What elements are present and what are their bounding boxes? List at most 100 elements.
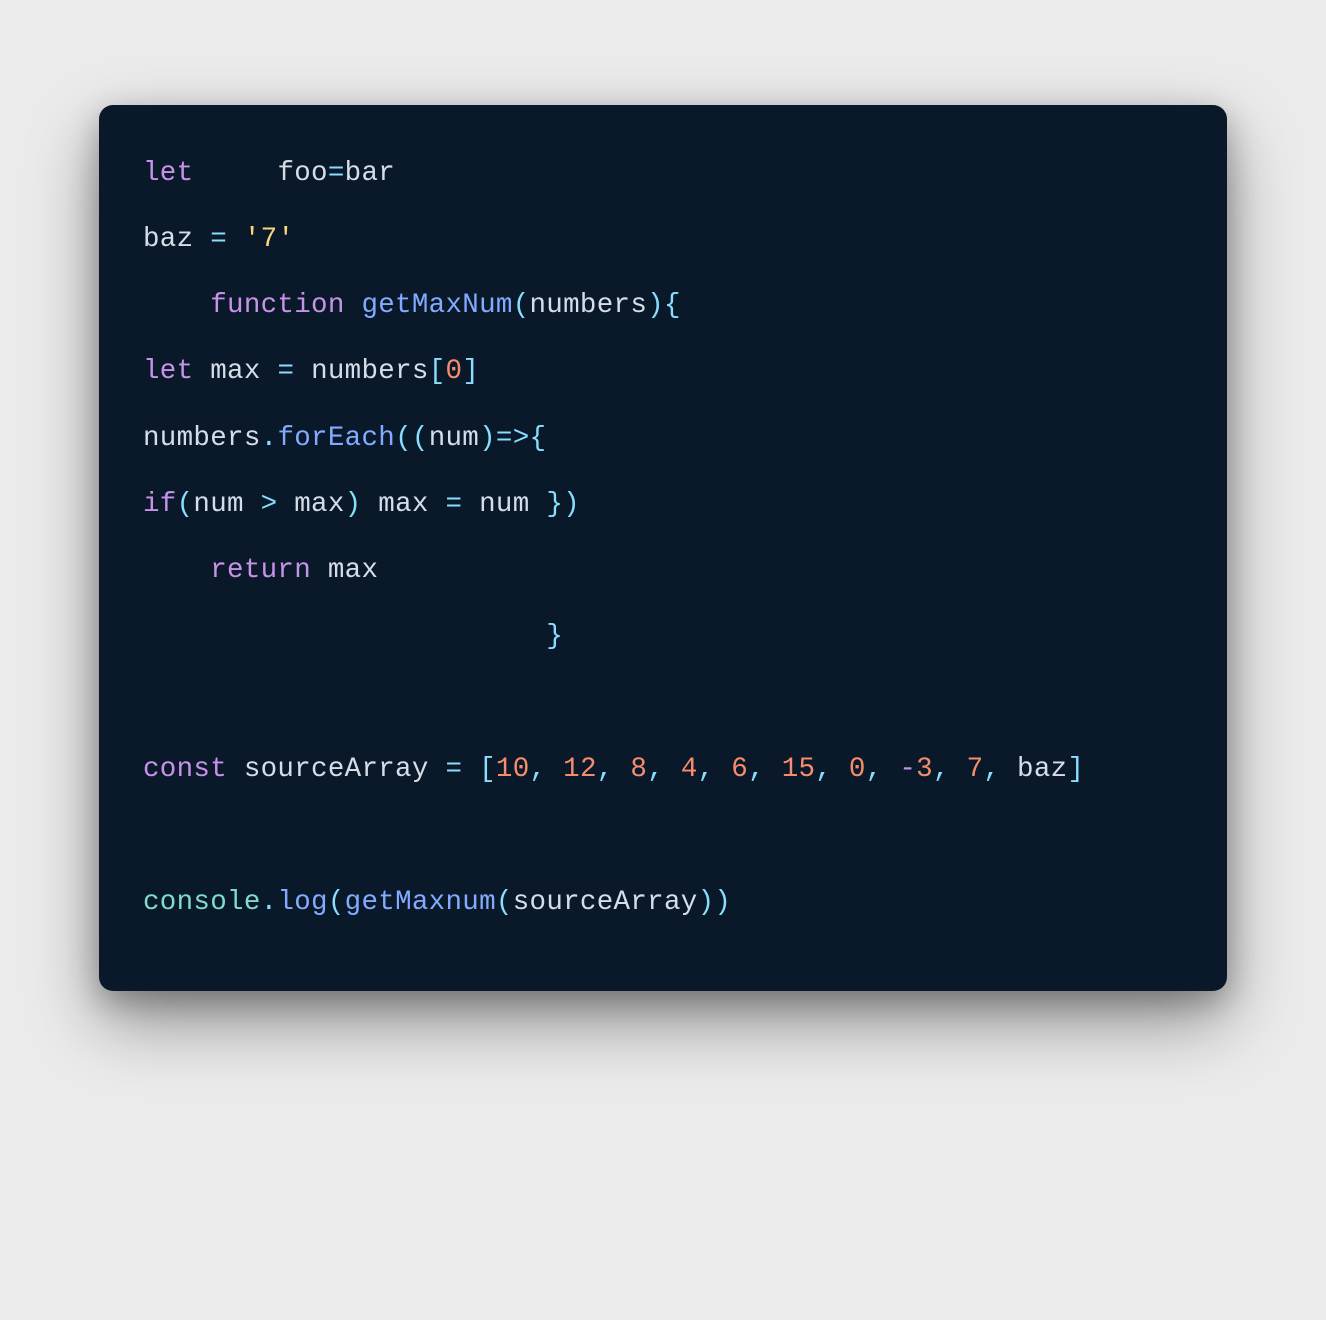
code-snippet-card: let foo=bar baz = '7' function getMaxNum… xyxy=(99,105,1227,991)
number-literal: 15 xyxy=(782,754,816,785)
whitespace xyxy=(1000,754,1017,785)
identifier-max: max xyxy=(328,555,378,586)
code-line-2: baz = '7' xyxy=(143,221,1183,258)
keyword-if: if xyxy=(143,489,177,520)
whitespace xyxy=(765,754,782,785)
parameter: numbers xyxy=(530,290,648,321)
identifier-sourcearray: sourceArray xyxy=(244,754,446,785)
whitespace xyxy=(462,754,479,785)
keyword-return: return xyxy=(210,555,311,586)
operator-gt: > xyxy=(261,489,278,520)
code-line-1: let foo=bar xyxy=(143,155,1183,192)
number-literal: 7 xyxy=(967,754,984,785)
code-line-5: numbers.forEach((num)=>{ xyxy=(143,420,1183,457)
whitespace-indent xyxy=(143,621,546,652)
paren-close: ) xyxy=(563,489,580,520)
code-line-9: const sourceArray = [10, 12, 8, 4, 6, 15… xyxy=(143,751,1183,788)
number-literal: 8 xyxy=(630,754,647,785)
method-foreach: forEach xyxy=(277,423,395,454)
whitespace-indent xyxy=(143,555,210,586)
function-name: getMaxNum xyxy=(361,290,512,321)
identifier-numbers: numbers xyxy=(311,356,429,387)
whitespace xyxy=(546,754,563,785)
brace-open: { xyxy=(530,423,547,454)
parameter-num: num xyxy=(429,423,479,454)
identifier-num: num xyxy=(462,489,546,520)
dot-operator: . xyxy=(261,887,278,918)
number-literal: 0 xyxy=(849,754,866,785)
brace-close: } xyxy=(546,489,563,520)
paren-open: ( xyxy=(412,423,429,454)
comma: , xyxy=(698,754,715,785)
bracket-open: [ xyxy=(429,356,446,387)
dot-operator: . xyxy=(261,423,278,454)
paren-close: ) xyxy=(698,887,715,918)
whitespace xyxy=(832,754,849,785)
identifier-numbers: numbers xyxy=(143,423,261,454)
identifier-max: max xyxy=(210,356,277,387)
comma: , xyxy=(815,754,832,785)
operator-equals: = xyxy=(210,224,227,255)
paren-open: ( xyxy=(513,290,530,321)
paren-close: ) xyxy=(345,489,362,520)
whitespace xyxy=(614,754,631,785)
comma: , xyxy=(983,754,1000,785)
bracket-close: ] xyxy=(1067,754,1084,785)
blank-line xyxy=(143,684,1183,722)
number-literal: 12 xyxy=(563,754,597,785)
bracket-close: ] xyxy=(462,356,479,387)
operator-minus: - xyxy=(899,754,916,785)
code-line-3: function getMaxNum(numbers){ xyxy=(143,287,1183,324)
identifier-baz: baz xyxy=(143,224,210,255)
whitespace xyxy=(311,555,328,586)
operator-equals: = xyxy=(328,158,345,189)
whitespace xyxy=(345,290,362,321)
paren-open: ( xyxy=(395,423,412,454)
code-line-8: } xyxy=(143,618,1183,655)
whitespace xyxy=(193,158,277,189)
whitespace xyxy=(883,754,900,785)
identifier-max: max xyxy=(361,489,445,520)
identifier-sourcearray: sourceArray xyxy=(513,887,698,918)
whitespace-indent xyxy=(143,290,210,321)
blank-line xyxy=(143,817,1183,855)
comma: , xyxy=(933,754,950,785)
identifier-console: console xyxy=(143,887,261,918)
identifier-max: max xyxy=(277,489,344,520)
number-literal: 0 xyxy=(446,356,463,387)
code-line-6: if(num > max) max = num }) xyxy=(143,486,1183,523)
paren-open: ( xyxy=(177,489,194,520)
brace-open: { xyxy=(664,290,681,321)
comma: , xyxy=(748,754,765,785)
operator-equals: = xyxy=(277,356,294,387)
arrow-operator: => xyxy=(496,423,530,454)
string-literal: '7' xyxy=(244,224,294,255)
whitespace xyxy=(714,754,731,785)
comma: , xyxy=(597,754,614,785)
whitespace xyxy=(227,224,244,255)
comma: , xyxy=(866,754,883,785)
bracket-open: [ xyxy=(479,754,496,785)
code-line-7: return max xyxy=(143,552,1183,589)
whitespace xyxy=(664,754,681,785)
paren-open: ( xyxy=(328,887,345,918)
keyword-const: const xyxy=(143,754,227,785)
code-line-10: console.log(getMaxnum(sourceArray)) xyxy=(143,884,1183,921)
number-literal: 4 xyxy=(681,754,698,785)
paren-open: ( xyxy=(496,887,513,918)
whitespace xyxy=(193,356,210,387)
operator-equals: = xyxy=(445,754,462,785)
brace-close: } xyxy=(546,621,563,652)
number-literal: 10 xyxy=(496,754,530,785)
comma: , xyxy=(647,754,664,785)
identifier-foo: foo xyxy=(277,158,327,189)
whitespace xyxy=(950,754,967,785)
method-log: log xyxy=(277,887,327,918)
keyword-let: let xyxy=(143,356,193,387)
identifier-bar: bar xyxy=(345,158,395,189)
keyword-function: function xyxy=(210,290,344,321)
operator-equals: = xyxy=(446,489,463,520)
code-line-4: let max = numbers[0] xyxy=(143,353,1183,390)
identifier-num: num xyxy=(193,489,260,520)
paren-close: ) xyxy=(647,290,664,321)
